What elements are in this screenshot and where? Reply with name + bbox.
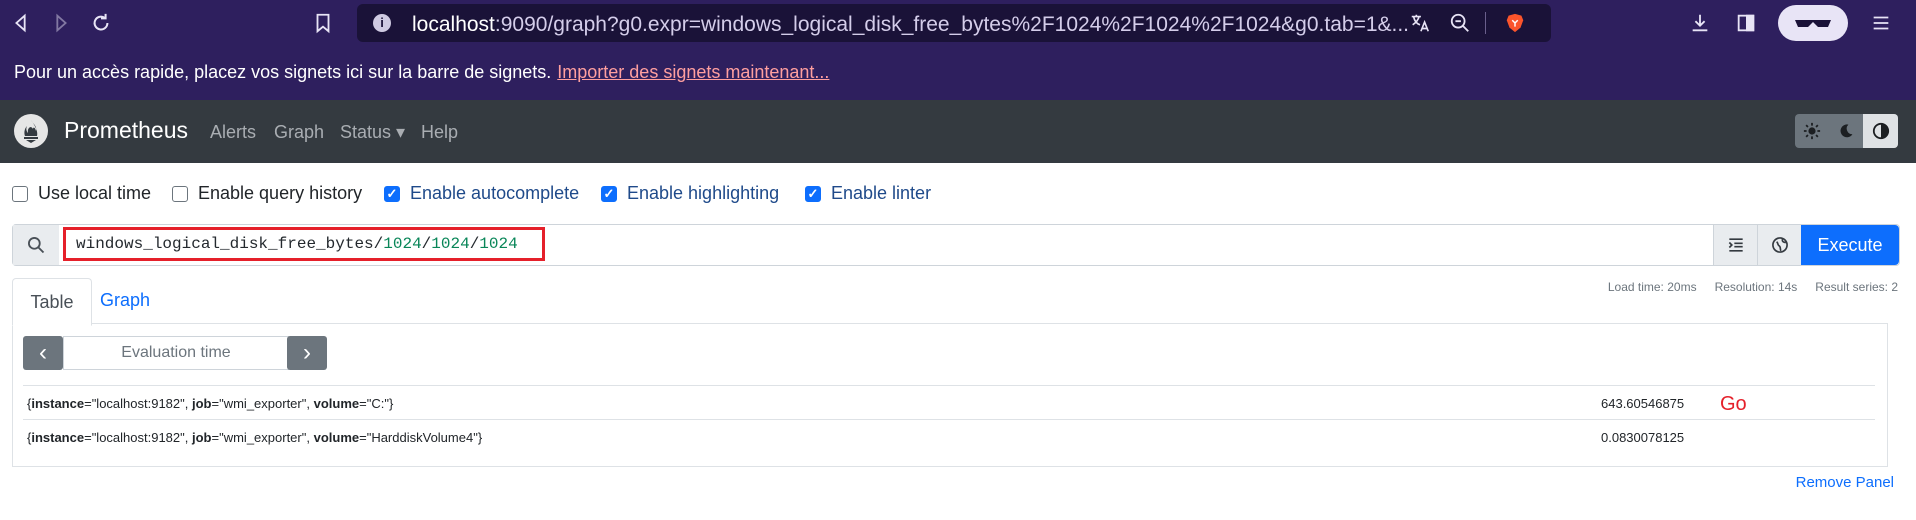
brave-shields-icon[interactable]	[1502, 10, 1528, 36]
option-label: Enable autocomplete	[410, 183, 580, 203]
evaluation-time-picker: ‹ Evaluation time ›	[23, 336, 327, 370]
checkbox-unchecked[interactable]	[12, 185, 28, 202]
label-value: "C:"	[366, 396, 389, 411]
brand-title[interactable]: Prometheus	[64, 117, 188, 144]
format-expression-icon[interactable]	[1713, 225, 1758, 265]
search-icon	[13, 225, 59, 265]
label-value: "localhost:9182"	[91, 396, 185, 411]
expr-metric: windows_logical_disk_free_bytes	[76, 235, 374, 253]
menu-icon[interactable]	[1868, 10, 1894, 36]
chevron-right-icon: ›	[303, 339, 311, 366]
expression-input[interactable]: windows_logical_disk_free_bytes/1024/102…	[63, 227, 545, 261]
checkbox-unchecked[interactable]	[172, 185, 188, 202]
auto-theme-icon[interactable]	[1863, 114, 1898, 148]
import-bookmarks-link[interactable]: Importer des signets maintenant...	[557, 62, 829, 82]
option-autocomplete[interactable]: ✓ Enable autocomplete	[384, 183, 579, 204]
expr-op: /	[373, 235, 384, 253]
table-panel: ‹ Evaluation time › {instance="localhost…	[12, 323, 1888, 467]
remove-panel-link[interactable]: Remove Panel	[1796, 474, 1894, 491]
zoom-out-icon[interactable]	[1447, 10, 1473, 36]
translate-icon[interactable]	[1407, 10, 1433, 36]
nav-status-label: Status	[340, 122, 392, 142]
label-value: "wmi_exporter"	[219, 430, 307, 445]
checkbox-checked-icon[interactable]: ✓	[805, 185, 821, 202]
bookmarks-hint-text: Pour un accès rapide, placez vos signets…	[14, 62, 552, 82]
chevron-left-icon: ‹	[39, 339, 47, 366]
expr-number: 1024	[479, 235, 518, 253]
execute-button[interactable]: Execute	[1801, 225, 1899, 265]
series-value: 643.60546875	[1601, 396, 1685, 411]
result-series: Result series: 2	[1815, 280, 1898, 294]
bookmarks-hint: Pour un accès rapide, placez vos signets…	[14, 62, 829, 83]
label-key: job	[192, 396, 212, 411]
forward-icon[interactable]	[48, 10, 74, 36]
option-label: Enable query history	[198, 183, 363, 203]
unit-annotation: Go	[1720, 393, 1747, 415]
label-value: "localhost:9182"	[91, 430, 185, 445]
url-text: localhost:9090/graph?g0.expr=windows_log…	[412, 13, 1409, 37]
option-query-history[interactable]: Enable query history	[172, 183, 362, 204]
back-icon[interactable]	[8, 10, 34, 36]
bookmarks-bar: Pour un accès rapide, placez vos signets…	[0, 46, 1916, 100]
nav-status[interactable]: Status ▾	[340, 122, 405, 143]
nav-help[interactable]: Help	[421, 122, 458, 143]
expression-row: windows_logical_disk_free_bytes/1024/102…	[12, 224, 1900, 266]
url-path: :9090/graph?g0.expr=windows_logical_disk…	[494, 13, 1410, 36]
checkbox-checked-icon[interactable]: ✓	[384, 185, 400, 202]
label-key: job	[192, 430, 212, 445]
label-key: volume	[313, 430, 360, 445]
prometheus-logo-icon[interactable]	[14, 114, 48, 148]
metrics-explorer-icon[interactable]	[1757, 225, 1802, 265]
private-window-icon[interactable]	[1778, 5, 1848, 41]
theme-switcher	[1795, 114, 1898, 148]
expr-number: 1024	[383, 235, 422, 253]
series-value: 0.0830078125	[1601, 430, 1685, 445]
table-row: {instance="localhost:9182", job="wmi_exp…	[23, 419, 1875, 454]
next-time-button[interactable]: ›	[287, 336, 327, 370]
label-value: "wmi_exporter"	[219, 396, 307, 411]
checkbox-checked-icon[interactable]: ✓	[601, 185, 617, 202]
nav-alerts[interactable]: Alerts	[210, 122, 256, 143]
label-key: volume	[313, 396, 360, 411]
option-highlighting[interactable]: ✓ Enable highlighting	[601, 183, 779, 204]
dark-theme-icon[interactable]	[1829, 114, 1863, 148]
expr-op: /	[421, 235, 432, 253]
downloads-icon[interactable]	[1687, 10, 1713, 36]
label-value: "HarddiskVolume4"	[366, 430, 478, 445]
light-theme-icon[interactable]	[1795, 114, 1829, 148]
expr-op: /	[469, 235, 480, 253]
option-label: Enable linter	[831, 183, 932, 203]
series-labels: {instance="localhost:9182", job="wmi_exp…	[27, 396, 394, 411]
site-info-icon[interactable]: i	[373, 14, 391, 32]
series-labels: {instance="localhost:9182", job="wmi_exp…	[27, 430, 483, 445]
bookmark-icon[interactable]	[310, 10, 336, 36]
reload-icon[interactable]	[88, 10, 114, 36]
address-bar[interactable]: i localhost:9090/graph?g0.expr=windows_l…	[357, 4, 1551, 42]
resolution: Resolution: 14s	[1714, 280, 1798, 294]
label-key: instance	[31, 430, 85, 445]
option-label: Use local time	[38, 183, 152, 203]
prev-time-button[interactable]: ‹	[23, 336, 63, 370]
separator	[1485, 12, 1486, 34]
browser-toolbar: i localhost:9090/graph?g0.expr=windows_l…	[0, 0, 1916, 46]
table-row: {instance="localhost:9182", job="wmi_exp…	[23, 385, 1875, 420]
sidebar-icon[interactable]	[1733, 10, 1759, 36]
query-stats: Load time: 20ms Resolution: 14s Result ser…	[1590, 280, 1898, 294]
label-key: instance	[31, 396, 85, 411]
nav-graph[interactable]: Graph	[274, 122, 324, 143]
option-label: Enable highlighting	[627, 183, 780, 203]
url-host: localhost	[412, 13, 495, 36]
expr-number: 1024	[431, 235, 470, 253]
tab-table[interactable]: Table	[12, 278, 92, 326]
tab-graph[interactable]: Graph	[100, 290, 150, 311]
load-time: Load time: 20ms	[1607, 280, 1697, 294]
option-use-local-time[interactable]: Use local time	[12, 183, 151, 204]
prometheus-navbar: Prometheus Alerts Graph Status ▾ Help	[0, 100, 1916, 163]
evaluation-time-input[interactable]: Evaluation time	[63, 336, 289, 370]
option-linter[interactable]: ✓ Enable linter	[805, 183, 931, 204]
chevron-down-icon: ▾	[396, 122, 406, 142]
